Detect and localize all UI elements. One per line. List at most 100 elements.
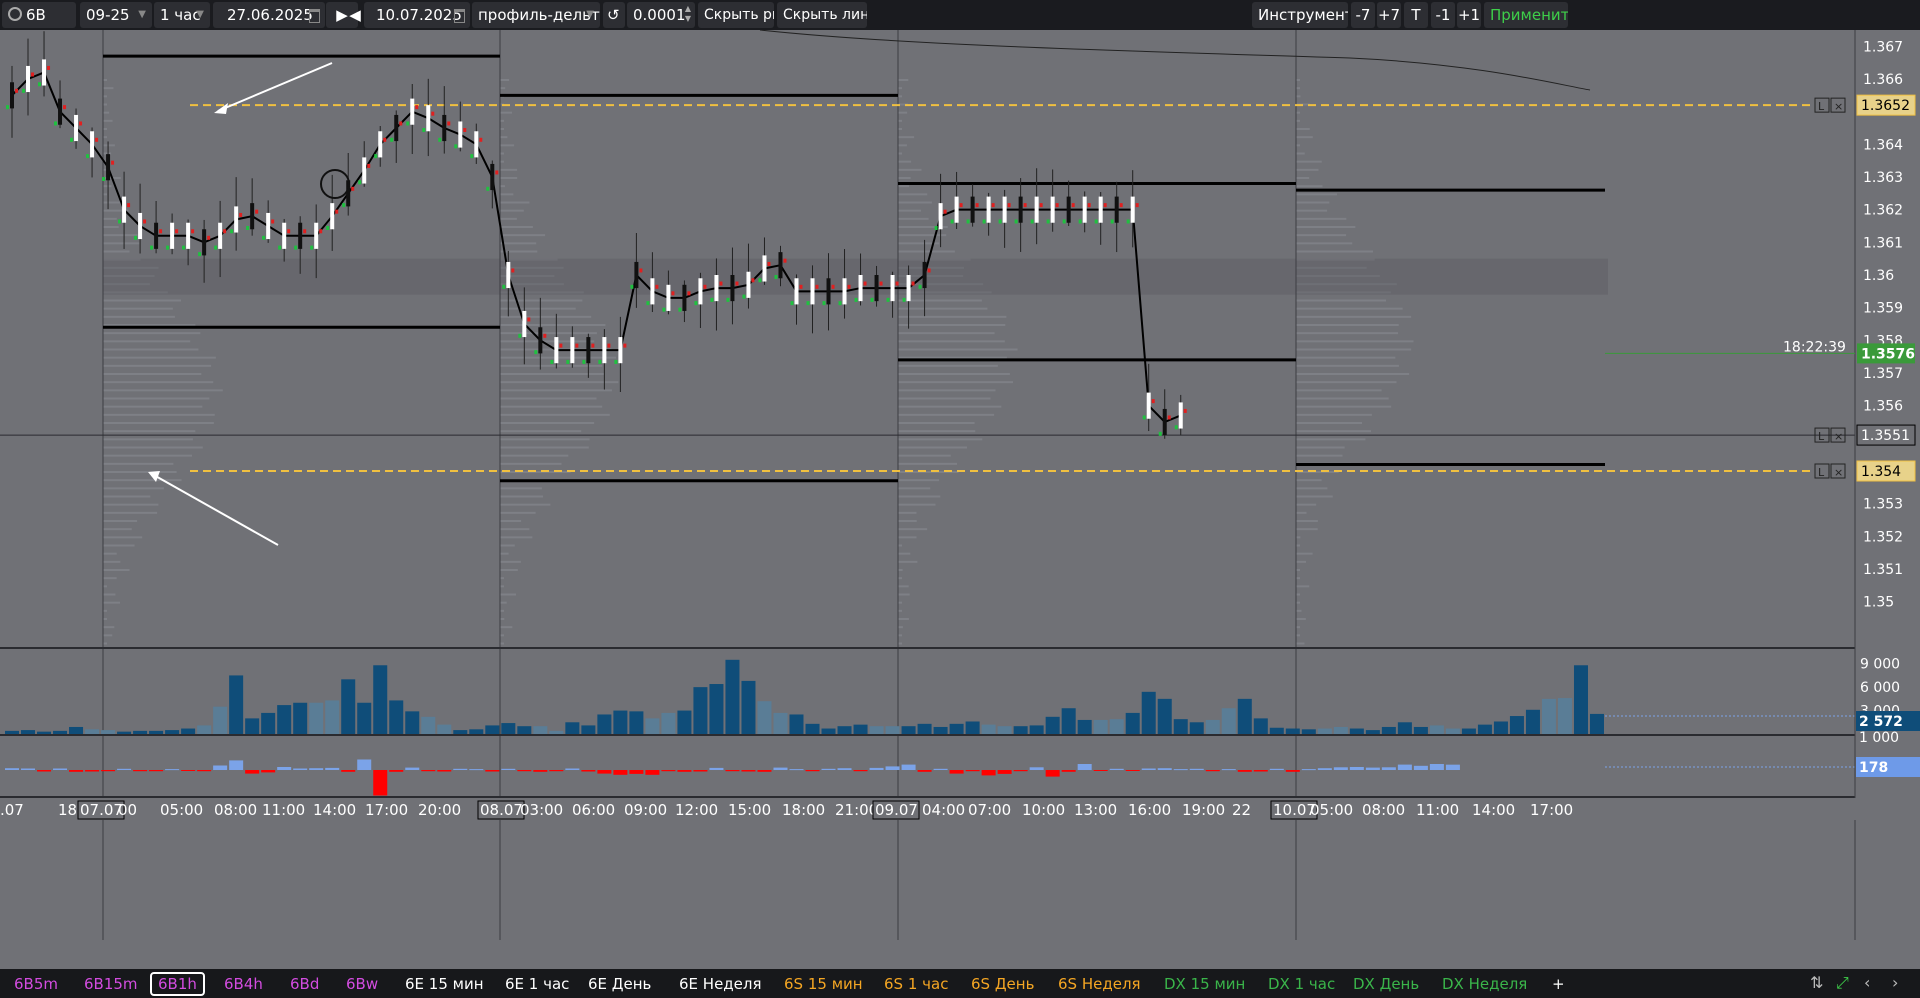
chart-tab-6bd[interactable]: 6Bd <box>284 972 325 996</box>
volume-profile-bar <box>898 307 988 310</box>
delta-bar <box>1093 770 1108 771</box>
play-back-button[interactable]: ◀ <box>348 2 362 28</box>
candle-body <box>474 131 479 158</box>
candle-body <box>874 275 879 302</box>
tools-button[interactable]: Инструменты <box>1252 2 1348 28</box>
footprint-buy <box>118 219 122 224</box>
footprint-sell <box>735 281 739 286</box>
reset-button[interactable]: ↺ <box>603 2 625 28</box>
candle-body <box>106 154 111 181</box>
chart-tab-6b4h[interactable]: 6B4h <box>218 972 269 996</box>
footprint-buy <box>262 235 266 240</box>
chart-tab-6e-неделя[interactable]: 6E Неделя <box>673 972 768 996</box>
volume-bar <box>677 710 692 734</box>
minus1-button[interactable]: -1 <box>1431 2 1455 28</box>
chart-tab-6e-1-час[interactable]: 6E 1 час <box>499 972 575 996</box>
delta-bar <box>1397 764 1412 770</box>
tick-size-field[interactable]: 0.0001 ▲ ▼ <box>627 2 695 28</box>
add-tab-button[interactable]: + <box>1546 972 1571 996</box>
footprint-buy <box>870 297 874 302</box>
time-tick-label: 09.07 <box>875 801 918 819</box>
footprint-sell <box>1167 415 1171 420</box>
hide-lines-button[interactable]: Скрыть линии <box>777 2 867 28</box>
volume-profile-bar <box>103 307 173 310</box>
time-tick-label: 09:00 <box>624 801 667 819</box>
volume-bar <box>1509 716 1524 734</box>
chart-tab-6s-1-час[interactable]: 6S 1 час <box>878 972 954 996</box>
apply-button[interactable]: Применить <box>1484 2 1568 28</box>
play-back-icon: ◀ <box>349 6 361 24</box>
volume-profile-bar <box>500 201 530 204</box>
volume-bar <box>437 724 452 734</box>
volume-profile-bar <box>898 185 910 188</box>
volume-profile-bar <box>103 585 107 588</box>
volume-profile-bar <box>1296 446 1345 449</box>
footprint-sell <box>15 88 19 93</box>
chart-tab-dx-неделя[interactable]: DX Неделя <box>1436 972 1533 996</box>
chart-tab-6b1h[interactable]: 6B1h <box>150 972 205 996</box>
footprint-sell <box>1055 203 1059 208</box>
chart-tab-dx-15-мин[interactable]: DX 15 мин <box>1158 972 1251 996</box>
chart-tab-6s-15-мин[interactable]: 6S 15 мин <box>778 972 869 996</box>
chart-area[interactable]: 1.367 1.366 1.3652 1.364 1.363 1.362 1.361 1.36… <box>0 30 1920 970</box>
delta-bar <box>677 770 692 772</box>
chart-tab-dx-1-час[interactable]: DX 1 час <box>1262 972 1341 996</box>
volume-profile-bar <box>1296 119 1300 122</box>
volume-bar <box>181 728 196 734</box>
volume-bar <box>981 724 996 734</box>
plus7-button[interactable]: +7 <box>1377 2 1401 28</box>
candle-body <box>634 261 639 289</box>
chart-tab-6e-день[interactable]: 6E День <box>582 972 657 996</box>
delta-bar <box>1157 768 1172 770</box>
volume-profile-bar <box>103 577 117 580</box>
volume-bar <box>517 726 532 734</box>
volume-profile-bar <box>500 552 509 555</box>
volume-bar <box>117 731 132 734</box>
volume-profile-bar <box>1296 544 1300 547</box>
volume-profile-bar <box>500 593 516 596</box>
chart-tab-6e-15-мин[interactable]: 6E 15 мин <box>399 972 490 996</box>
chevron-right-icon[interactable]: › <box>1892 973 1898 992</box>
minus7-button[interactable]: -7 <box>1351 2 1375 28</box>
chart-tab-dx-день[interactable]: DX День <box>1347 972 1425 996</box>
timeframe-select[interactable]: 1 час ▼ <box>154 2 210 28</box>
top-toolbar: 6B 09-25 ▼ 1 час ▼ 27.06.2025 ▶ ◀ 10.07.20… <box>0 0 1920 30</box>
volume-bar <box>149 730 164 734</box>
time-tick-label: 08:00 <box>1362 801 1405 819</box>
expand-icon[interactable]: ⤢ <box>1836 973 1849 993</box>
footprint-sell <box>927 268 931 273</box>
volume-profile-bar <box>1296 111 1300 114</box>
chart-tab-6b15m[interactable]: 6B15m <box>78 972 144 996</box>
volume-profile-bar <box>1296 609 1302 612</box>
candle-body <box>522 310 527 338</box>
delta-bar <box>213 765 228 770</box>
date-to-field[interactable]: 10.07.2025 <box>364 2 470 28</box>
footprint-sell <box>383 137 387 142</box>
chart-tab-6bw[interactable]: 6Bw <box>340 972 384 996</box>
delta-bar <box>517 770 532 772</box>
date-from-field[interactable]: 27.06.2025 <box>213 2 325 28</box>
candle-body <box>730 275 735 302</box>
volume-profile-bar <box>103 471 177 473</box>
price-chart[interactable]: 1.367 1.366 1.3652 1.364 1.363 1.362 1.361 1.36… <box>0 30 1920 970</box>
footprint-buy <box>342 203 346 208</box>
date-to-value: 10.07.2025 <box>376 6 462 24</box>
chevron-left-icon[interactable]: ‹ <box>1864 973 1870 992</box>
volume-profile-bar <box>898 95 902 98</box>
t-button[interactable]: T <box>1404 2 1428 28</box>
date-from-value: 27.06.2025 <box>227 6 313 24</box>
plus1-button[interactable]: +1 <box>1457 2 1481 28</box>
sort-icon[interactable]: ⇅ <box>1810 973 1823 992</box>
chart-tab-6b5m[interactable]: 6B5m <box>8 972 64 996</box>
time-tick-label: 15:00 <box>728 801 771 819</box>
chart-tab-6s-неделя[interactable]: 6S Неделя <box>1052 972 1147 996</box>
contract-select[interactable]: 09-25 ▼ <box>80 2 152 28</box>
profile-select[interactable]: профиль-дельта ▼ <box>472 2 600 28</box>
price-tick-label: 1.362 <box>1863 203 1903 219</box>
chart-tab-6s-день[interactable]: 6S День <box>965 972 1040 996</box>
hide-drawings-button[interactable]: Скрыть рис. <box>698 2 774 28</box>
volume-bar <box>741 680 756 734</box>
symbol-search[interactable]: 6B <box>2 2 76 28</box>
volume-profile-bar <box>1296 324 1399 326</box>
footprint-buy <box>198 252 202 257</box>
